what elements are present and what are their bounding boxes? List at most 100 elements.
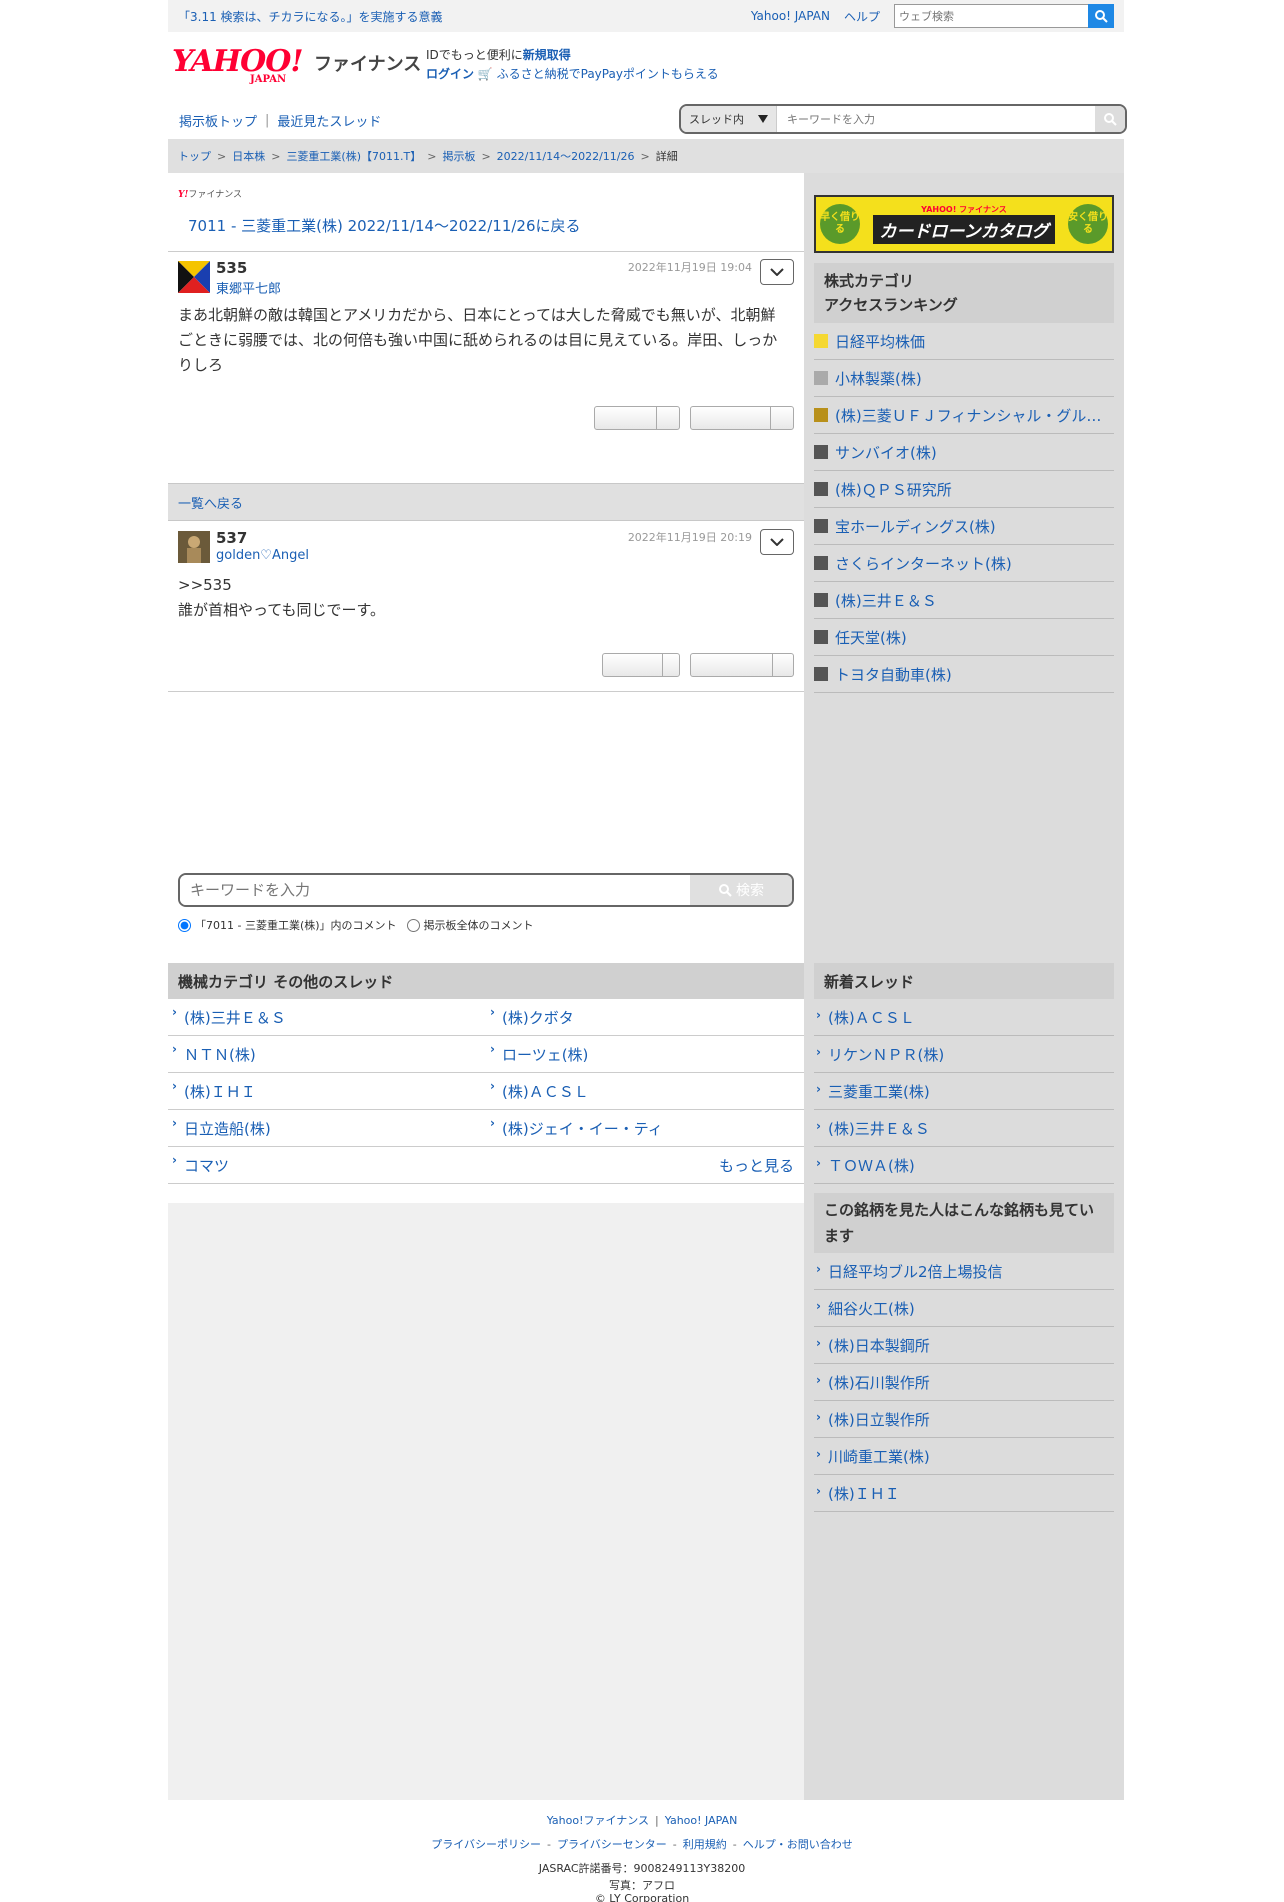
post-menu-button[interactable] (760, 259, 794, 285)
scope-select[interactable]: スレッド内 (681, 106, 777, 132)
signup-link[interactable]: 新規取得 (523, 48, 571, 62)
other-thread-link[interactable]: (株)ＡＣＳＬ (486, 1079, 804, 1102)
crumb-stock[interactable]: 三菱重工業(株)【7011.T】 (286, 148, 421, 164)
new-thread-link[interactable]: (株)ＡＣＳＬ (814, 999, 1114, 1036)
also-viewed-link[interactable]: 細谷火工(株) (814, 1290, 1114, 1327)
like-button[interactable] (602, 653, 680, 677)
back-to-list-link[interactable]: 一覧へ戻る (178, 493, 243, 512)
radio-stock-comments[interactable]: 「7011 - 三菱重工業(株)」内のコメント (178, 917, 397, 933)
other-thread-link[interactable]: 日立造船(株) (168, 1116, 486, 1139)
other-threads-row: (株)ＩＨＩ (株)ＡＣＳＬ (168, 1073, 804, 1110)
crumb-separator: > (217, 149, 227, 163)
also-viewed-link[interactable]: (株)石川製作所 (814, 1364, 1114, 1401)
thread-search-button[interactable] (1095, 106, 1125, 132)
crumb-thread[interactable]: 2022/11/14〜2022/11/26 (497, 148, 635, 164)
sidebar: 早く借りる YAHOO! ファイナンス カードローンカタログ 安く借りる 株式カ… (804, 173, 1124, 1800)
keyword-search-input[interactable] (180, 875, 690, 905)
footer-finance-link[interactable]: Yahoo!ファイナンス (547, 1814, 649, 1827)
ranking-item[interactable]: (株)ＱＰＳ研究所 (814, 471, 1114, 508)
web-search-input[interactable] (894, 4, 1088, 28)
more-threads-link[interactable]: もっと見る (719, 1155, 794, 1176)
terms-link[interactable]: 利用規約 (683, 1838, 727, 1851)
privacy-policy-link[interactable]: プライバシーポリシー (431, 1838, 541, 1851)
rank-marker (814, 371, 828, 385)
notice-link[interactable]: 「3.11 検索は、チカラになる。」を実施する意義 (178, 8, 443, 25)
radio-input[interactable] (178, 918, 191, 932)
other-thread-link[interactable]: コマツ (168, 1153, 486, 1176)
dislike-button[interactable] (690, 406, 794, 430)
login-link[interactable]: ログイン (426, 67, 474, 81)
post-author[interactable]: 東郷平七郎 (216, 278, 281, 297)
help-contact-link[interactable]: ヘルプ・お問い合わせ (743, 1838, 853, 1851)
ranking-item-label[interactable]: さくらインターネット(株) (835, 553, 1012, 574)
also-viewed-link[interactable]: 日経平均ブル2倍上場投信 (814, 1253, 1114, 1290)
keyword-search-button[interactable]: 検索 (690, 875, 792, 905)
post-body: >>535 誰が首相やっても同じでーす。 (178, 573, 790, 623)
help-link[interactable]: ヘルプ (844, 8, 880, 25)
recent-threads-link[interactable]: 最近見たスレッド (277, 111, 381, 130)
other-thread-link[interactable]: (株)クボタ (486, 1005, 804, 1028)
footer-separator: | (655, 1814, 659, 1827)
like-button[interactable] (594, 406, 680, 430)
ranking-item-label[interactable]: (株)ＱＰＳ研究所 (835, 479, 952, 500)
other-thread-link[interactable]: (株)ジェイ・イー・ティ (486, 1116, 804, 1139)
yahoo-finance-logo[interactable]: YAHOO! JAPAN ファイナンス (172, 44, 422, 86)
also-viewed-link[interactable]: 川崎重工業(株) (814, 1438, 1114, 1475)
ranking-item[interactable]: (株)三井Ｅ＆Ｓ (814, 582, 1114, 619)
ranking-item[interactable]: 宝ホールディングス(株) (814, 508, 1114, 545)
other-threads-row: ＮＴＮ(株) ローツェ(株) (168, 1036, 804, 1073)
ranking-item[interactable]: さくらインターネット(株) (814, 545, 1114, 582)
ranking-item-label[interactable]: (株)三井Ｅ＆Ｓ (835, 590, 937, 611)
thread-search-input[interactable] (777, 106, 1095, 132)
ranking-item[interactable]: 日経平均株価 (814, 323, 1114, 360)
yahoo-japan-link[interactable]: Yahoo! JAPAN (751, 9, 830, 23)
rank-marker (814, 445, 828, 459)
crumb-japan-stocks[interactable]: 日本株 (232, 148, 265, 164)
ranking-item-label[interactable]: (株)三菱ＵＦＪフィナンシャル・グループ (835, 405, 1114, 426)
avatar[interactable] (178, 261, 210, 293)
finance-sublogo: Y!ファイナンス (178, 187, 242, 200)
footer-yj-link[interactable]: Yahoo! JAPAN (665, 1814, 738, 1827)
ranking-item-label[interactable]: トヨタ自動車(株) (835, 664, 952, 685)
post-author[interactable]: golden♡Angel (216, 548, 309, 563)
radio-all-comments[interactable]: 掲示板全体のコメント (406, 917, 534, 933)
privacy-center-link[interactable]: プライバシーセンター (557, 1838, 667, 1851)
crumb-top[interactable]: トップ (178, 148, 211, 164)
avatar[interactable] (178, 531, 210, 563)
post: 535 東郷平七郎 2022年11月19日 19:04 まあ北朝鮮の敵は韓国とア… (168, 251, 804, 483)
new-thread-link[interactable]: リケンＮＰＲ(株) (814, 1036, 1114, 1073)
ranking-item-label[interactable]: 日経平均株価 (835, 331, 925, 352)
new-thread-link[interactable]: (株)三井Ｅ＆Ｓ (814, 1110, 1114, 1147)
ranking-item[interactable]: 任天堂(株) (814, 619, 1114, 656)
web-search-button[interactable] (1088, 4, 1114, 28)
thread-title-link[interactable]: 7011 - 三菱重工業(株) 2022/11/14〜2022/11/26に戻る (188, 215, 581, 236)
card-loan-banner[interactable]: 早く借りる YAHOO! ファイナンス カードローンカタログ 安く借りる (814, 195, 1114, 253)
new-thread-link[interactable]: ＴＯＷＡ(株) (814, 1147, 1114, 1184)
ranking-item[interactable]: トヨタ自動車(株) (814, 656, 1114, 693)
ranking-item[interactable]: (株)三菱ＵＦＪフィナンシャル・グループ (814, 397, 1114, 434)
other-thread-link[interactable]: (株)ＩＨＩ (168, 1079, 486, 1102)
also-viewed-link[interactable]: (株)ＩＨＩ (814, 1475, 1114, 1512)
post-menu-button[interactable] (760, 529, 794, 555)
also-viewed-link[interactable]: (株)日本製鋼所 (814, 1327, 1114, 1364)
furusato-link[interactable]: ふるさと納税でPayPayポイントもらえる (497, 67, 719, 81)
radio-input[interactable] (406, 918, 420, 932)
ranking-item[interactable]: 小林製薬(株) (814, 360, 1114, 397)
new-thread-link[interactable]: 三菱重工業(株) (814, 1073, 1114, 1110)
crumb-separator: > (427, 149, 437, 163)
board-nav-separator: | (265, 113, 270, 128)
ranking-item[interactable]: サンバイオ(株) (814, 434, 1114, 471)
also-viewed-link[interactable]: (株)日立製作所 (814, 1401, 1114, 1438)
board-top-link[interactable]: 掲示板トップ (179, 111, 257, 130)
ranking-item-label[interactable]: 小林製薬(株) (835, 368, 922, 389)
ranking-item-label[interactable]: 宝ホールディングス(株) (835, 516, 996, 537)
ranking-list: 日経平均株価 小林製薬(株) (株)三菱ＵＦＪフィナンシャル・グループ サンバイ… (814, 323, 1114, 693)
dislike-button[interactable] (690, 653, 794, 677)
crumb-board[interactable]: 掲示板 (442, 148, 475, 164)
other-thread-link[interactable]: ＮＴＮ(株) (168, 1042, 486, 1065)
ranking-item-label[interactable]: 任天堂(株) (835, 627, 907, 648)
ranking-item-label[interactable]: サンバイオ(株) (835, 442, 937, 463)
other-thread-link[interactable]: ローツェ(株) (486, 1042, 804, 1065)
post-body: まあ北朝鮮の敵は韓国とアメリカだから、日本にとっては大した脅威でも無いが、北朝鮮… (178, 306, 778, 374)
other-thread-link[interactable]: (株)三井Ｅ＆Ｓ (168, 1005, 486, 1028)
